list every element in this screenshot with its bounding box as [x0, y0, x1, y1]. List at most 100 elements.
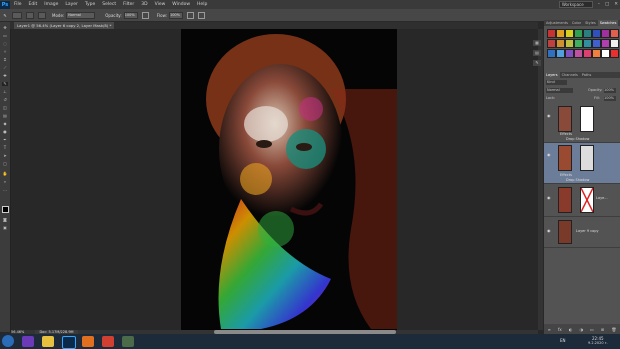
clone-source-toggle[interactable]: [38, 11, 46, 19]
menu-file[interactable]: File: [14, 2, 22, 7]
swatch[interactable]: [574, 39, 583, 48]
pressure-size-toggle[interactable]: [197, 11, 205, 19]
swatch[interactable]: [583, 29, 592, 38]
swatch[interactable]: [583, 39, 592, 48]
tab-adjustments[interactable]: Adjustments: [544, 20, 570, 26]
menu-filter[interactable]: Filter: [123, 2, 134, 7]
marquee-tool-icon[interactable]: ▭: [2, 34, 8, 38]
add-mask-icon[interactable]: ◐: [569, 327, 573, 332]
stamp-tool-icon[interactable]: ⊥: [2, 90, 8, 94]
tab-paths[interactable]: Paths: [580, 72, 594, 78]
swatch[interactable]: [565, 49, 574, 58]
swatch[interactable]: [556, 39, 565, 48]
visibility-eye-icon[interactable]: ◉: [547, 196, 551, 200]
document-tab[interactable]: Layer1 @ 56.4% (Layer 6 copy 2, Layer Ma…: [14, 22, 115, 29]
brush-panel-toggle[interactable]: [26, 11, 34, 19]
history-brush-icon[interactable]: ↺: [2, 98, 8, 102]
crop-tool-icon[interactable]: ⌗: [2, 58, 8, 62]
menu-help[interactable]: Help: [197, 2, 207, 7]
lasso-tool-icon[interactable]: ◌: [2, 42, 8, 46]
gradient-tool-icon[interactable]: ▤: [2, 114, 8, 118]
new-layer-icon[interactable]: ⊞: [601, 327, 604, 332]
swatch[interactable]: [574, 29, 583, 38]
brush-panel-icon[interactable]: ✎: [533, 60, 541, 66]
swatch[interactable]: [601, 49, 610, 58]
swatch[interactable]: [556, 49, 565, 58]
layer-name[interactable]: Laye...: [596, 196, 608, 200]
clock-date[interactable]: 9.2.2020 г.: [588, 341, 608, 345]
blend-mode-select[interactable]: Normal: [546, 88, 573, 93]
workspace-select[interactable]: Workspace: [558, 1, 593, 8]
swatch[interactable]: [547, 49, 556, 58]
dodge-tool-icon[interactable]: ●: [2, 130, 8, 134]
menu-edit[interactable]: Edit: [29, 2, 38, 7]
language-indicator[interactable]: EN: [560, 338, 566, 343]
layer-row[interactable]: ◉ Layer 9 copy: [544, 217, 620, 248]
blur-tool-icon[interactable]: ◆: [2, 122, 8, 126]
swatch[interactable]: [610, 39, 619, 48]
properties-panel-icon[interactable]: ▤: [533, 50, 541, 56]
taskbar-app-icon[interactable]: [122, 336, 134, 347]
swatch[interactable]: [547, 29, 556, 38]
link-layers-icon[interactable]: ∞: [548, 327, 551, 332]
fill-field[interactable]: 100%: [604, 96, 616, 101]
pressure-opacity-toggle[interactable]: [141, 11, 149, 19]
visibility-eye-icon[interactable]: ◉: [547, 153, 551, 157]
swatch[interactable]: [610, 29, 619, 38]
swatch[interactable]: [601, 39, 610, 48]
layer-mask-thumbnail[interactable]: [580, 145, 594, 171]
tab-channels[interactable]: Channels: [560, 72, 580, 78]
menu-3d[interactable]: 3D: [141, 2, 147, 7]
swatch[interactable]: [547, 39, 556, 48]
swatch[interactable]: [592, 49, 601, 58]
swatch[interactable]: [556, 29, 565, 38]
swatch[interactable]: [574, 49, 583, 58]
taskbar-app-icon[interactable]: [22, 336, 34, 347]
layer-row[interactable]: ◉ Laye...: [544, 184, 620, 217]
swatch[interactable]: [565, 29, 574, 38]
swatch[interactable]: [565, 39, 574, 48]
visibility-eye-icon[interactable]: ◉: [547, 114, 551, 118]
menu-layer[interactable]: Layer: [65, 2, 78, 7]
minimize-icon[interactable]: –: [598, 2, 600, 7]
start-button[interactable]: [2, 335, 14, 347]
delete-layer-icon[interactable]: 🗑: [611, 327, 616, 332]
file-explorer-icon[interactable]: [42, 336, 54, 347]
history-panel-icon[interactable]: ▦: [533, 40, 541, 46]
swatch[interactable]: [610, 49, 619, 58]
chrome-icon[interactable]: [102, 336, 114, 347]
zoom-tool-icon[interactable]: ⌕: [2, 180, 8, 184]
path-select-tool-icon[interactable]: ➤: [2, 154, 8, 158]
mode-select[interactable]: Normal: [66, 11, 96, 19]
visibility-eye-icon[interactable]: ◉: [547, 229, 551, 233]
layer-opacity-field[interactable]: 100%: [604, 88, 616, 93]
brush-preset-picker[interactable]: [12, 11, 22, 19]
tab-color[interactable]: Color: [570, 20, 583, 26]
shape-tool-icon[interactable]: ▢: [2, 162, 8, 166]
menu-image[interactable]: Image: [44, 2, 58, 7]
opacity-field[interactable]: 100%: [123, 11, 138, 19]
new-group-icon[interactable]: ▭: [590, 327, 594, 332]
screen-mode-icon[interactable]: ▣: [2, 226, 8, 230]
brush-tool-icon[interactable]: ✎: [0, 13, 10, 18]
menu-window[interactable]: Window: [172, 2, 190, 7]
adjustment-layer-icon[interactable]: ◑: [579, 327, 583, 332]
swatch[interactable]: [592, 29, 601, 38]
healing-tool-icon[interactable]: ✚: [2, 74, 8, 78]
quick-select-tool-icon[interactable]: ✧: [2, 50, 8, 54]
eraser-tool-icon[interactable]: ◫: [2, 106, 8, 110]
layer-row[interactable]: ◉ Effects Drop Shadow: [544, 104, 620, 143]
kind-filter[interactable]: Kind: [546, 80, 567, 85]
menu-view[interactable]: View: [155, 2, 166, 7]
photoshop-taskbar-icon[interactable]: [62, 336, 76, 349]
swatch[interactable]: [601, 29, 610, 38]
tab-styles[interactable]: Styles: [583, 20, 598, 26]
swatch[interactable]: [592, 39, 601, 48]
layer-name[interactable]: Layer 9 copy: [576, 229, 599, 233]
flow-field[interactable]: 100%: [168, 11, 183, 19]
menu-select[interactable]: Select: [102, 2, 116, 7]
eyedropper-tool-icon[interactable]: ⟋: [2, 66, 8, 70]
more-tools-icon[interactable]: …: [2, 188, 8, 192]
artwork-image[interactable]: [181, 29, 397, 330]
swatch[interactable]: [583, 49, 592, 58]
